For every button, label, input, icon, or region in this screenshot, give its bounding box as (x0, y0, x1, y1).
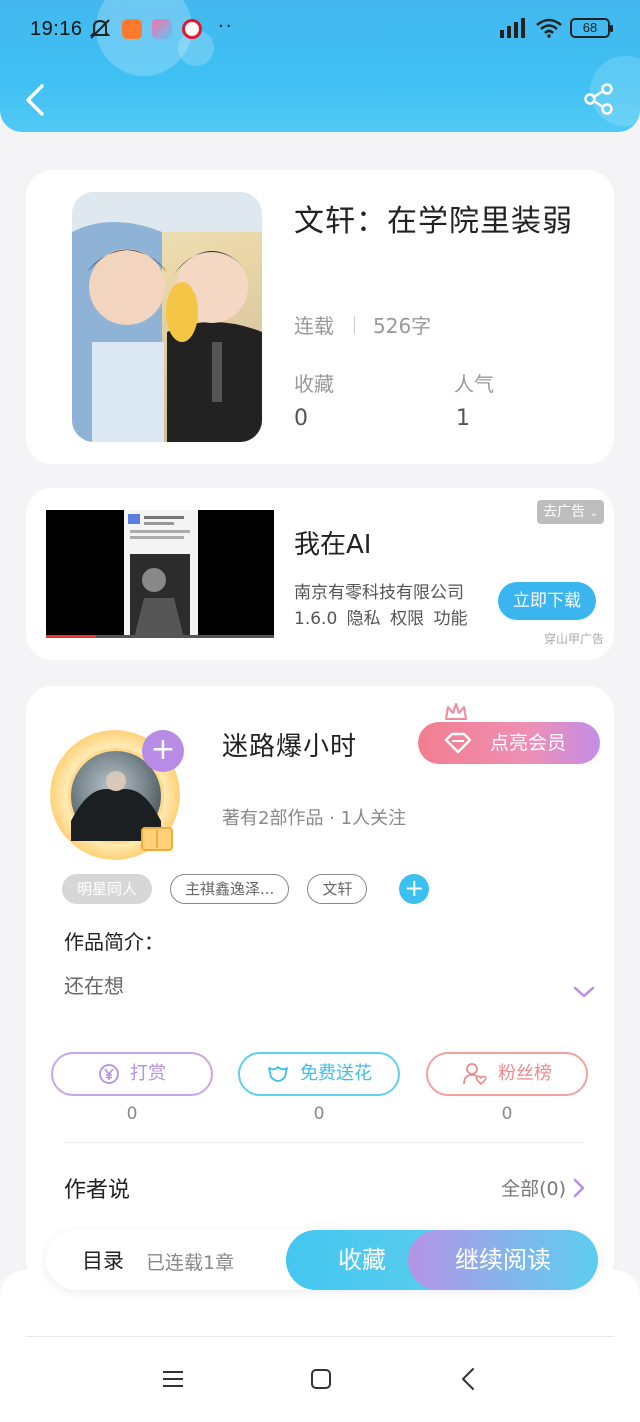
send-flower-label: 免费送花 (300, 1063, 372, 1084)
wifi-icon (536, 18, 562, 38)
chevron-right-icon (573, 1178, 585, 1197)
share-icon[interactable] (582, 82, 616, 116)
header-bar: 19:16 ·· 68 (0, 0, 640, 132)
game-app-icon (152, 19, 172, 39)
chevron-down-icon: ⌄ (589, 508, 598, 519)
home-icon[interactable] (308, 1366, 334, 1392)
popularity-value: 1 (456, 406, 470, 431)
serial-status: 连载 (294, 314, 334, 338)
author-card: + 迷路爆小时 著有2部作品 · 1人关注 点亮会员 明星同人 主祺鑫逸泽...… (26, 686, 614, 1286)
book-status-row: 连载 526字 (294, 310, 431, 339)
yuan-icon (99, 1064, 119, 1084)
word-count: 526字 (373, 314, 432, 338)
send-flower-button[interactable]: 免费送花 (238, 1052, 400, 1096)
tag-item[interactable]: 明星同人 (62, 874, 153, 904)
author-say-all-link[interactable]: 全部(0) (501, 1174, 586, 1201)
vip-label: 点亮会员 (490, 732, 567, 754)
signal-icon (500, 18, 525, 38)
flower-icon (268, 1066, 288, 1082)
author-say-title: 作者说 (64, 1178, 131, 1203)
remove-ad-label: 去广告 (543, 504, 586, 520)
crown-icon (445, 703, 467, 720)
back-nav-icon[interactable] (456, 1366, 482, 1392)
intro-label: 作品简介： (64, 930, 164, 954)
ad-video-frame (124, 510, 198, 638)
ad-title: 我在AI (294, 530, 372, 560)
tag-item[interactable]: 文轩 (307, 874, 368, 904)
book-cover[interactable] (72, 192, 262, 442)
author-name[interactable]: 迷路爆小时 (222, 726, 357, 763)
battery-indicator: 68 (570, 18, 613, 38)
intro-text: 还在想 (64, 974, 124, 998)
book-info-card: 文轩：在学院里装弱 连载 526字 收藏 0 人气 1 (26, 170, 614, 464)
bottom-sheet (0, 1270, 640, 1422)
continue-reading-button[interactable]: 继续阅读 (408, 1230, 598, 1290)
download-button[interactable]: 立即下载 (498, 582, 596, 620)
tag-item[interactable]: 主祺鑫逸泽... (170, 874, 290, 904)
remove-ad-button[interactable]: 去广告 ⌄ (537, 500, 604, 524)
fans-icon (463, 1063, 487, 1086)
popularity-label: 人气 (454, 372, 494, 396)
add-tag-button[interactable]: + (399, 874, 430, 904)
tip-button[interactable]: 打赏 (51, 1052, 213, 1096)
tag-list: 明星同人 主祺鑫逸泽... 文轩 + (62, 874, 430, 904)
author-meta: 著有2部作品 · 1人关注 (222, 808, 407, 829)
favorites-label: 收藏 (294, 372, 334, 396)
toc-button[interactable]: 目录 (82, 1245, 124, 1275)
status-time: 19:16 (30, 18, 83, 40)
menu-icon[interactable] (160, 1366, 186, 1392)
reading-action-bar: 目录 已连载1章 收藏 继续阅读 (46, 1230, 598, 1290)
chapter-count: 已连载1章 (146, 1252, 235, 1274)
weibo-icon (182, 19, 202, 39)
ad-card[interactable]: 我在AI 南京有零科技有限公司 1.6.0 隐私 权限 功能 去广告 ⌄ 立即下… (26, 488, 614, 660)
tip-count: 0 (126, 1104, 138, 1124)
nav-divider (26, 1336, 614, 1337)
chevron-down-icon[interactable] (572, 984, 596, 1000)
taobao-icon (122, 19, 142, 39)
book-title: 文轩：在学院里装弱 (294, 204, 573, 239)
ad-company: 南京有零科技有限公司 (294, 583, 464, 603)
fans-count: 0 (501, 1104, 513, 1124)
cover-image (72, 192, 262, 442)
ad-source: 穿山甲广告 (543, 632, 604, 646)
fans-rank-label: 粉丝榜 (498, 1063, 552, 1084)
mute-icon (89, 19, 111, 39)
status-notification-icons (88, 18, 202, 40)
divider (354, 315, 355, 334)
book-decor-icon (141, 827, 173, 851)
tip-label: 打赏 (130, 1063, 166, 1084)
ad-video[interactable] (46, 510, 274, 638)
favorites-value: 0 (294, 406, 308, 431)
status-more-dots: ·· (218, 16, 234, 37)
status-system-icons: 68 (498, 18, 613, 38)
flower-count: 0 (313, 1104, 325, 1124)
divider (64, 1142, 584, 1143)
ad-video-progress-fill (46, 635, 96, 638)
ad-meta-links[interactable]: 1.6.0 隐私 权限 功能 (294, 604, 467, 629)
diamond-icon (444, 732, 472, 754)
follow-plus-icon[interactable]: + (142, 730, 184, 772)
fans-rank-button[interactable]: 粉丝榜 (426, 1052, 588, 1096)
back-icon[interactable] (20, 80, 54, 120)
all-label: 全部(0) (501, 1178, 566, 1200)
